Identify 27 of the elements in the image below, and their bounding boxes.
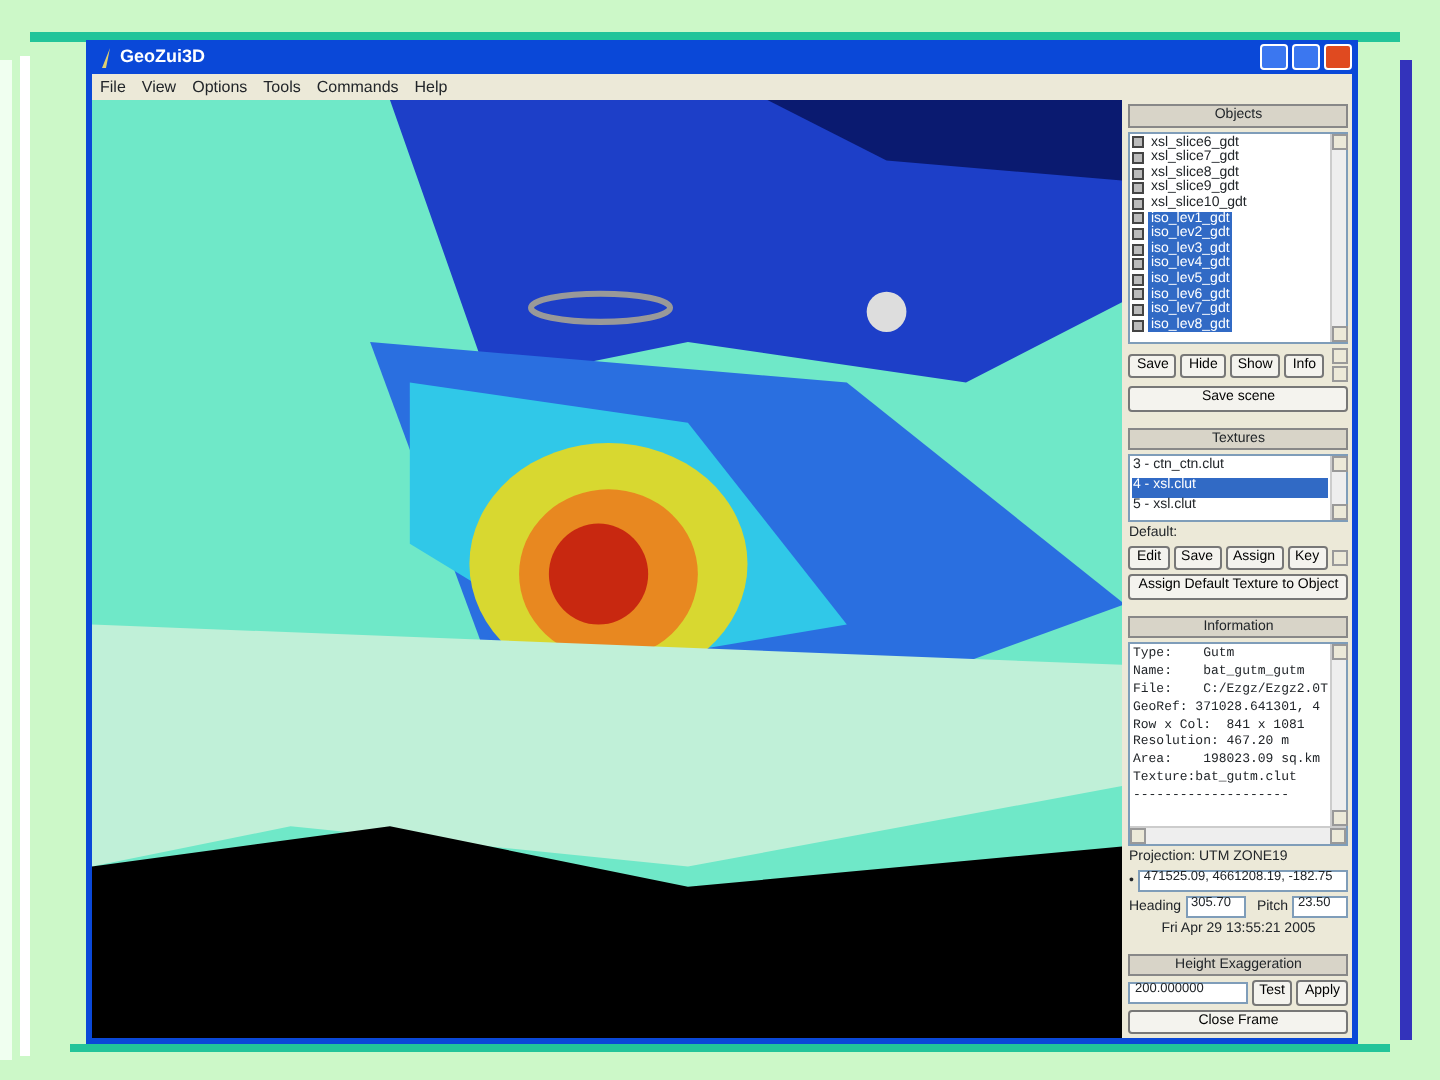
menu-item[interactable]: View (141, 75, 177, 99)
scroll-down-button[interactable] (1332, 326, 1348, 343)
menu-item[interactable]: Options (192, 75, 248, 99)
menu-item[interactable]: Tools (263, 75, 301, 99)
scroll-down-button[interactable] (1332, 504, 1348, 521)
node-icon (1132, 136, 1145, 149)
window-title: GeoZui3D (120, 43, 206, 70)
close-small-icon[interactable] (1332, 550, 1348, 567)
scroll-up-button[interactable] (1332, 456, 1348, 473)
scroll-right-button[interactable] (1330, 828, 1346, 845)
menu-item[interactable]: Help (414, 75, 448, 99)
close-button[interactable] (1324, 44, 1352, 70)
minimize-button[interactable] (1260, 44, 1288, 70)
scroll-up-button[interactable] (1332, 133, 1348, 150)
horizontal-scrollbar[interactable] (1130, 826, 1346, 845)
scroll-left-button[interactable] (1130, 828, 1147, 845)
feather-icon (100, 47, 112, 67)
vertical-scrollbar[interactable] (1330, 133, 1346, 343)
scroll-down-button[interactable] (1332, 810, 1348, 827)
scroll-up-button[interactable] (1332, 644, 1348, 661)
vertical-scrollbar[interactable] (1330, 644, 1346, 827)
maximize-button[interactable] (1292, 44, 1320, 70)
vertical-scrollbar[interactable] (1330, 456, 1346, 521)
menu-item[interactable]: Commands (316, 75, 399, 99)
close-small-icon[interactable] (1332, 348, 1348, 365)
menu-item[interactable]: File (100, 75, 126, 99)
refresh-small-icon[interactable] (1332, 366, 1348, 383)
